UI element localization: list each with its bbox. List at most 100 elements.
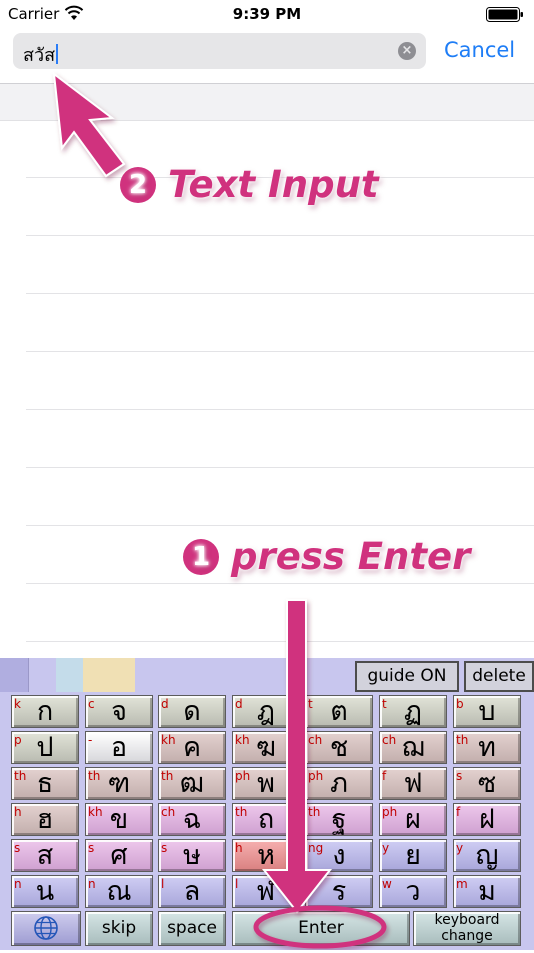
key-th[interactable]: th ฒ — [158, 767, 226, 800]
keyboard-change-line-2: change — [441, 928, 493, 944]
key-thai-letter: ด — [183, 696, 201, 727]
keyboard-change-button[interactable]: keyboard change — [413, 911, 521, 946]
key-thai-letter: ณ — [106, 876, 132, 907]
key-thai-letter: ษ — [183, 840, 201, 871]
key-ph[interactable]: ph ผ — [379, 803, 447, 836]
key-thai-letter: อ — [110, 732, 128, 763]
status-bar: Carrier 9:39 PM — [0, 0, 534, 28]
key-f[interactable]: fฝ — [453, 803, 521, 836]
key-thai-letter: ถ — [257, 804, 275, 835]
key-thai-letter: ล — [183, 876, 201, 907]
key-thai-letter: ม — [478, 876, 496, 907]
key-thai-letter: ภ — [330, 768, 348, 799]
key-n[interactable]: nณ — [85, 875, 153, 908]
key-h[interactable]: hห — [232, 839, 300, 872]
key-d[interactable]: dฎ — [232, 695, 300, 728]
key-ph[interactable]: ph ภ — [305, 767, 373, 800]
key-thai-letter: ฉ — [182, 804, 202, 835]
key-r[interactable]: rร — [305, 875, 373, 908]
key-thai-letter: ร — [331, 876, 347, 907]
key-th[interactable]: th ท — [453, 731, 521, 764]
key-s[interactable]: sษ — [158, 839, 226, 872]
key-y[interactable]: yญ — [453, 839, 521, 872]
key-th[interactable]: th ฑ — [85, 767, 153, 800]
key-thai-letter: ท — [478, 732, 496, 763]
annotation-label: press Enter — [231, 535, 471, 578]
key-thai-letter: บ — [478, 696, 496, 727]
key-n[interactable]: nน — [11, 875, 79, 908]
key-ph[interactable]: ph พ — [232, 767, 300, 800]
key-th[interactable]: th ถ — [232, 803, 300, 836]
step-2-badge: 2 — [120, 167, 156, 203]
key-kh[interactable]: kh ค — [158, 731, 226, 764]
key-thai-letter: ฏ — [403, 696, 423, 727]
key-l[interactable]: lฬ — [232, 875, 300, 908]
key-thai-letter: ว — [405, 876, 421, 907]
key-t[interactable]: tฏ — [379, 695, 447, 728]
key-k[interactable]: kก — [11, 695, 79, 728]
key-thai-letter: ค — [182, 732, 202, 763]
key-thai-letter: ป — [36, 732, 54, 763]
key-thai-letter: ส — [36, 840, 54, 871]
key-thai-letter: ฝ — [479, 804, 495, 835]
key-thai-letter: ธ — [36, 768, 54, 799]
keyboard-change-line-1: keyboard — [434, 912, 500, 928]
key-m[interactable]: mม — [453, 875, 521, 908]
keyboard-tab[interactable] — [28, 658, 57, 692]
key-thai-letter: ฒ — [179, 768, 205, 799]
key-thai-letter: ต — [330, 696, 348, 727]
list-separator — [26, 467, 534, 468]
clear-search-icon[interactable]: × — [398, 42, 416, 60]
key-thai-letter: ฬ — [256, 876, 276, 907]
key-thai-letter: ฐ — [331, 804, 347, 835]
key-d[interactable]: dด — [158, 695, 226, 728]
key-w[interactable]: wว — [379, 875, 447, 908]
key-thai-letter: ห — [257, 840, 275, 871]
key-l[interactable]: lล — [158, 875, 226, 908]
key-y[interactable]: yย — [379, 839, 447, 872]
key-thai-letter: ฟ — [403, 768, 423, 799]
key-ch[interactable]: ch ฉ — [158, 803, 226, 836]
globe-button[interactable] — [11, 911, 81, 946]
key-vowel-carrier[interactable]: -อ — [85, 731, 153, 764]
key-ng[interactable]: ng ง — [305, 839, 373, 872]
enter-button[interactable]: Enter — [232, 911, 410, 946]
key-s[interactable]: sศ — [85, 839, 153, 872]
key-thai-letter: จ — [111, 696, 127, 727]
key-thai-letter: น — [35, 876, 55, 907]
key-kh[interactable]: kh ข — [85, 803, 153, 836]
key-ch[interactable]: ch ช — [305, 731, 373, 764]
key-kh[interactable]: kh ฆ — [232, 731, 300, 764]
space-button[interactable]: space — [158, 911, 226, 946]
keyboard-tab[interactable] — [56, 658, 83, 692]
key-h[interactable]: hฮ — [11, 803, 79, 836]
key-th[interactable]: th ฐ — [305, 803, 373, 836]
key-p[interactable]: pป — [11, 731, 79, 764]
delete-button[interactable]: delete — [464, 661, 534, 692]
cancel-button[interactable]: Cancel — [444, 38, 515, 62]
keyboard-tab[interactable] — [83, 658, 135, 692]
key-thai-letter: ฮ — [36, 804, 54, 835]
key-thai-letter: ศ — [110, 840, 128, 871]
key-thai-letter: ฑ — [107, 768, 131, 799]
list-separator — [26, 409, 534, 410]
key-thai-letter: ซ — [477, 768, 497, 799]
keyboard-tab[interactable] — [0, 658, 28, 692]
key-b[interactable]: bบ — [453, 695, 521, 728]
list-separator — [26, 525, 534, 526]
key-f[interactable]: fฟ — [379, 767, 447, 800]
key-s[interactable]: sซ — [453, 767, 521, 800]
guide-toggle-button[interactable]: guide ON — [355, 661, 459, 692]
key-t[interactable]: tต — [305, 695, 373, 728]
annotation-press-enter: 1 press Enter — [183, 535, 470, 578]
key-c[interactable]: cจ — [85, 695, 153, 728]
search-input[interactable]: สวัส × — [13, 33, 426, 69]
skip-button[interactable]: skip — [85, 911, 153, 946]
key-thai-letter: พ — [257, 768, 275, 799]
key-th[interactable]: th ธ — [11, 767, 79, 800]
key-s[interactable]: sส — [11, 839, 79, 872]
thai-keyboard: guide ON delete k ก c จ d ด d ฎ t ต t ฏ b บ p ป - อ kh ค kh ฆ… — [0, 658, 534, 950]
search-input-value: สวัส — [23, 40, 59, 69]
key-ch[interactable]: ch ฌ — [379, 731, 447, 764]
key-thai-letter: ฎ — [256, 696, 276, 727]
